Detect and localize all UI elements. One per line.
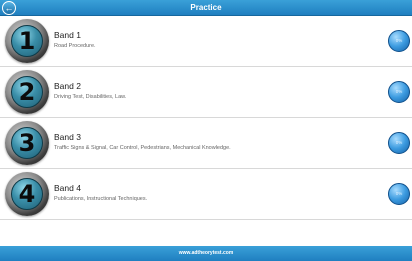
band-number-badge: 4 xyxy=(5,172,49,216)
band-number-badge: 1 xyxy=(5,19,49,63)
band-description: Driving Test, Disabilities, Law. xyxy=(54,94,127,100)
band-list: 1 Band 1 Road Procedure. 0% 2 Band 2 Dri… xyxy=(0,16,412,220)
band-row-3[interactable]: 3 Band 3 Traffic Signs & Signal, Car Con… xyxy=(0,118,412,169)
band-number-badge: 2 xyxy=(5,70,49,114)
band-number-badge: 3 xyxy=(5,121,49,165)
progress-indicator: 0% xyxy=(388,81,410,103)
progress-indicator: 0% xyxy=(388,132,410,154)
band-title: Band 1 xyxy=(54,30,81,40)
footer-url[interactable]: www.adtheorytest.com xyxy=(0,246,412,261)
progress-indicator: 0% xyxy=(388,30,410,52)
top-bar: ← Practice xyxy=(0,0,412,16)
band-number: 4 xyxy=(11,178,43,210)
band-row-4[interactable]: 4 Band 4 Publications, Instructional Tec… xyxy=(0,169,412,220)
band-number: 3 xyxy=(11,127,43,159)
band-description: Road Procedure. xyxy=(54,43,96,49)
band-title: Band 4 xyxy=(54,183,81,193)
band-title: Band 2 xyxy=(54,81,81,91)
band-row-1[interactable]: 1 Band 1 Road Procedure. 0% xyxy=(0,16,412,67)
band-row-2[interactable]: 2 Band 2 Driving Test, Disabilities, Law… xyxy=(0,67,412,118)
page-title: Practice xyxy=(190,3,222,12)
band-description: Publications, Instructional Techniques. xyxy=(54,196,148,202)
band-description: Traffic Signs & Signal, Car Control, Ped… xyxy=(54,145,231,151)
band-title: Band 3 xyxy=(54,132,81,142)
band-number: 2 xyxy=(11,76,43,108)
progress-indicator: 0% xyxy=(388,183,410,205)
band-number: 1 xyxy=(11,25,43,57)
